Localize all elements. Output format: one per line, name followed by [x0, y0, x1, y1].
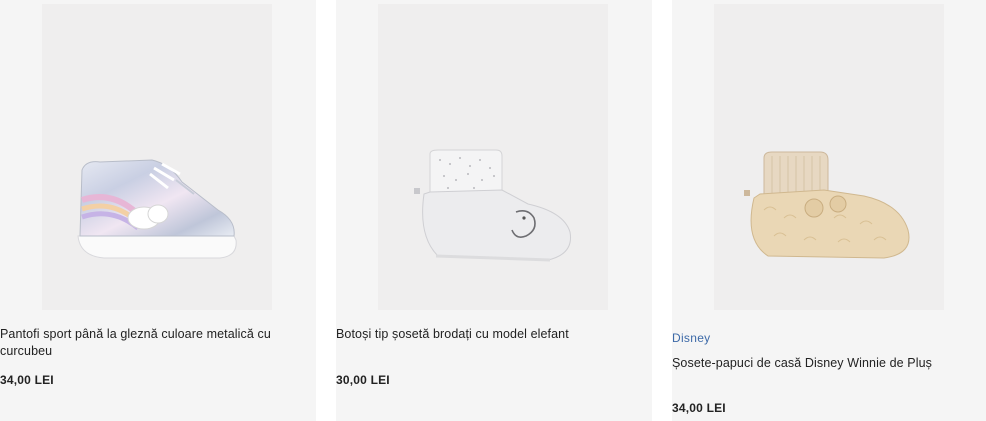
product-card[interactable]: Pantofi sport până la gleznă culoare met… [0, 0, 316, 421]
product-price: 30,00 LEI [336, 373, 390, 387]
product-title[interactable]: Pantofi sport până la gleznă culoare met… [0, 326, 300, 360]
product-price: 34,00 LEI [0, 373, 54, 387]
product-card[interactable]: Botoși tip șosetă brodați cu model elefa… [336, 0, 652, 421]
product-image[interactable] [714, 4, 944, 310]
plush-winnie-slipper-icon [744, 151, 910, 259]
product-brand[interactable]: Disney [672, 331, 710, 345]
product-card[interactable]: Disney Șosete-papuci de casă Disney Winn… [672, 0, 986, 421]
metallic-rainbow-sneaker-icon [77, 159, 237, 259]
product-title[interactable]: Șosete-papuci de casă Disney Winnie de P… [672, 355, 952, 372]
elephant-sock-bootie-icon [414, 149, 572, 262]
product-title[interactable]: Botoși tip șosetă brodați cu model elefa… [336, 326, 636, 343]
product-price: 34,00 LEI [672, 401, 726, 415]
product-image[interactable] [378, 4, 608, 310]
product-image[interactable] [42, 4, 272, 310]
